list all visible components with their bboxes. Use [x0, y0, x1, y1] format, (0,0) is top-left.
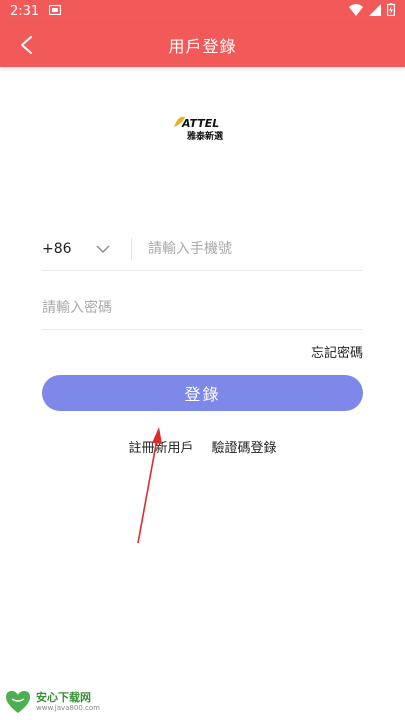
code-login-link[interactable]: 驗證碼登錄 — [212, 437, 277, 456]
country-code-select[interactable]: +86 — [42, 238, 132, 260]
status-bar: 2:31 — [0, 0, 405, 23]
forgot-password-link[interactable]: 忘記密碼 — [311, 342, 363, 361]
annotation-arrow-icon — [137, 427, 162, 544]
phone-input[interactable] — [148, 234, 358, 264]
wifi-icon — [349, 3, 363, 20]
watermark: 安心下载网 www.java800.com — [4, 690, 100, 714]
login-button[interactable]: 登錄 — [42, 375, 363, 411]
secondary-links: 註冊新用戶 驗證碼登錄 — [0, 437, 405, 456]
logo-brand: ATTEL — [181, 117, 219, 130]
country-code-value: +86 — [42, 241, 72, 257]
password-input[interactable] — [42, 293, 342, 323]
status-time: 2:31 — [10, 4, 40, 19]
chevron-left-icon — [21, 36, 32, 54]
app-header: 用戶登錄 — [0, 23, 405, 67]
heart-logo-icon — [6, 691, 30, 713]
logo-subtitle: 雅泰新選 — [186, 130, 224, 142]
signal-icon — [369, 3, 381, 20]
phone-row: +86 — [42, 228, 363, 271]
watermark-url: www.java800.com — [36, 704, 100, 712]
chevron-down-icon — [96, 245, 110, 253]
notification-icon — [49, 4, 62, 19]
page-title: 用戶登錄 — [168, 37, 237, 56]
password-row — [42, 287, 363, 330]
battery-icon — [387, 3, 396, 20]
brand-logo: ATTEL 雅泰新選 — [170, 112, 234, 144]
watermark-name: 安心下载网 — [36, 691, 91, 704]
back-button[interactable] — [12, 31, 40, 59]
